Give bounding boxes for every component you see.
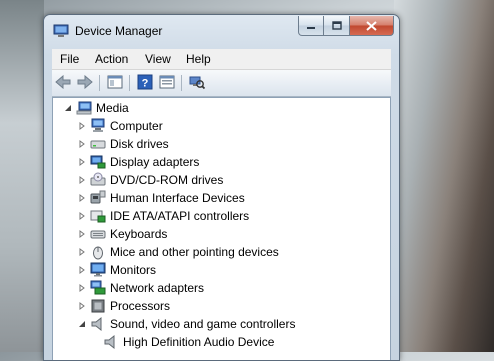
tree-item[interactable]: Sound, video and game controllers <box>77 315 295 333</box>
tree-root-label: Media <box>96 101 129 115</box>
device-tree[interactable]: Media Computer Disk drives Display adapter… <box>52 97 391 360</box>
help-icon: ? <box>137 74 153 93</box>
toolbar-separator <box>129 75 130 91</box>
hid-icon <box>90 190 106 206</box>
tree-item-label: Sound, video and game controllers <box>110 317 296 331</box>
monitor-icon <box>90 262 106 278</box>
mouse-icon <box>90 244 106 260</box>
tree-item-label: Processors <box>110 299 171 313</box>
properties-icon <box>159 75 175 92</box>
tree-item[interactable]: Processors <box>77 297 170 315</box>
menu-bar: File Action View Help <box>52 49 391 70</box>
tree-item-label: Disk drives <box>110 137 169 151</box>
menu-view[interactable]: View <box>145 52 171 66</box>
expand-arrow-icon[interactable] <box>77 158 86 167</box>
tree-item[interactable]: Keyboards <box>77 225 167 243</box>
help-button[interactable]: ? <box>136 74 154 92</box>
back-button[interactable] <box>54 74 72 92</box>
speaker-icon <box>90 316 106 332</box>
tree-item-label: Network adapters <box>110 281 205 295</box>
tree-root[interactable]: Media <box>63 99 129 117</box>
minimize-button[interactable] <box>298 16 324 36</box>
toolbar: ? <box>52 70 391 97</box>
network-adapter-icon <box>90 280 106 296</box>
scan-hardware-icon <box>189 74 206 93</box>
back-icon <box>55 74 71 92</box>
device-manager-window: Device Manager File Action View Help ? M… <box>43 14 400 361</box>
tree-item[interactable]: IDE ATA/ATAPI controllers <box>77 207 249 225</box>
tree-item[interactable]: Human Interface Devices <box>77 189 245 207</box>
dvd-drive-icon <box>90 172 106 188</box>
close-icon <box>350 16 393 35</box>
tree-item-label: Keyboards <box>110 227 168 241</box>
expand-arrow-icon[interactable] <box>77 194 86 203</box>
tree-item[interactable]: Network adapters <box>77 279 204 297</box>
show-hide-console-tree-icon <box>107 75 123 92</box>
computer-root-icon <box>76 100 92 116</box>
tree-item[interactable]: DVD/CD-ROM drives <box>77 171 223 189</box>
desktop-background-left <box>0 0 44 352</box>
expand-arrow-icon[interactable] <box>77 302 86 311</box>
disk-drive-icon <box>90 136 106 152</box>
show-hide-console-tree-button[interactable] <box>106 74 124 92</box>
collapse-arrow-icon[interactable] <box>63 104 72 113</box>
tree-item-label: Human Interface Devices <box>110 191 245 205</box>
menu-file[interactable]: File <box>60 52 79 66</box>
computer-icon <box>90 118 106 134</box>
tree-item[interactable]: Disk drives <box>77 135 169 153</box>
tree-child-item[interactable]: High Definition Audio Device <box>103 333 274 351</box>
expand-arrow-icon[interactable] <box>77 176 86 185</box>
window-title: Device Manager <box>75 24 163 38</box>
expand-arrow-icon[interactable] <box>77 230 86 239</box>
properties-button[interactable] <box>158 74 176 92</box>
expand-arrow-icon[interactable] <box>77 122 86 131</box>
collapse-arrow-icon[interactable] <box>77 320 86 329</box>
toolbar-separator <box>181 75 182 91</box>
expand-arrow-icon[interactable] <box>77 248 86 257</box>
keyboard-icon <box>90 226 106 242</box>
desktop-background-right <box>394 0 494 352</box>
device-manager-icon <box>53 24 69 38</box>
tree-item-label: Display adapters <box>110 155 200 169</box>
scan-hardware-button[interactable] <box>188 74 206 92</box>
svg-text:?: ? <box>142 77 149 89</box>
tree-item[interactable]: Display adapters <box>77 153 199 171</box>
forward-button[interactable] <box>76 74 94 92</box>
forward-icon <box>77 74 93 92</box>
maximize-icon <box>324 16 349 35</box>
tree-item[interactable]: Monitors <box>77 261 156 279</box>
expand-arrow-icon[interactable] <box>77 140 86 149</box>
caption-buttons <box>298 16 394 38</box>
tree-item[interactable]: Computer <box>77 117 163 135</box>
tree-item-label: IDE ATA/ATAPI controllers <box>110 209 250 223</box>
tree-item-label: DVD/CD-ROM drives <box>110 173 224 187</box>
expand-arrow-icon[interactable] <box>77 284 86 293</box>
minimize-icon <box>299 16 323 35</box>
title-bar[interactable]: Device Manager <box>44 15 399 47</box>
processor-icon <box>90 298 106 314</box>
display-adapter-icon <box>90 154 106 170</box>
tree-child-label: High Definition Audio Device <box>123 335 275 349</box>
ide-controller-icon <box>90 208 106 224</box>
speaker-icon <box>103 334 119 350</box>
menu-help[interactable]: Help <box>186 52 211 66</box>
tree-item[interactable]: Mice and other pointing devices <box>77 243 279 261</box>
menu-action[interactable]: Action <box>95 52 128 66</box>
tree-item-label: Computer <box>110 119 163 133</box>
tree-item-label: Mice and other pointing devices <box>110 245 279 259</box>
expand-arrow-icon[interactable] <box>77 212 86 221</box>
tree-item-label: Monitors <box>110 263 157 277</box>
close-button[interactable] <box>350 16 394 36</box>
maximize-button[interactable] <box>324 16 350 36</box>
toolbar-separator <box>99 75 100 91</box>
expand-arrow-icon[interactable] <box>77 266 86 275</box>
